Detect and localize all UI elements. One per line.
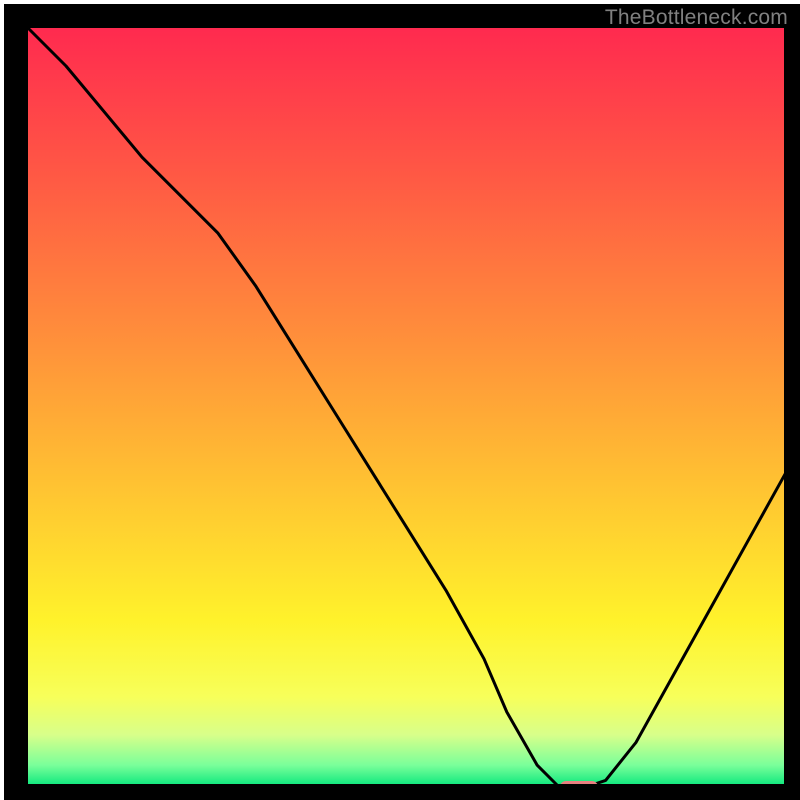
bottleneck-chart: TheBottleneck.com [0,0,800,800]
watermark-text: TheBottleneck.com [605,6,788,30]
chart-svg [0,0,800,800]
